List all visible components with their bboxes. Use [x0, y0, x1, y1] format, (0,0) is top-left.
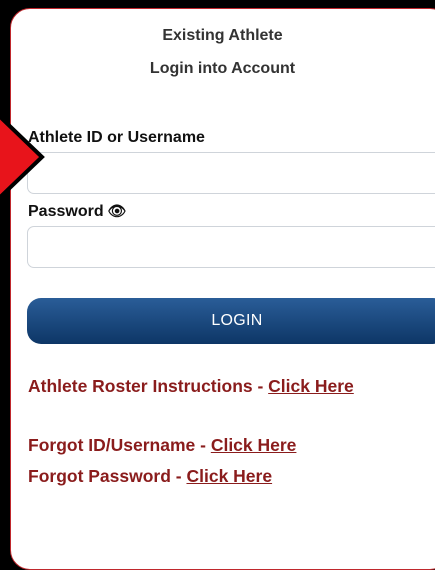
roster-instructions-line: Athlete Roster Instructions - Click Here [28, 376, 354, 397]
forgot-password-line: Forgot Password - Click Here [28, 466, 272, 487]
password-input[interactable] [27, 226, 435, 268]
red-arrow-pointer-icon [0, 113, 45, 201]
roster-instructions-text: Athlete Roster Instructions - [28, 376, 269, 396]
username-input[interactable] [27, 152, 435, 194]
show-password-eye-icon[interactable]: 👁 [108, 202, 127, 220]
roster-instructions-link[interactable]: Click Here [268, 376, 354, 396]
forgot-id-line: Forgot ID/Username - Click Here [28, 435, 296, 456]
username-label: Athlete ID or Username [28, 129, 205, 146]
forgot-id-link[interactable]: Click Here [211, 435, 297, 455]
forgot-password-text: Forgot Password - [28, 466, 187, 486]
login-button[interactable]: LOGIN [27, 298, 435, 344]
forgot-id-text: Forgot ID/Username - [28, 435, 211, 455]
login-subheading: Login into Account [149, 60, 296, 77]
existing-athlete-heading: Existing Athlete [162, 27, 283, 44]
forgot-password-link[interactable]: Click Here [186, 466, 272, 486]
